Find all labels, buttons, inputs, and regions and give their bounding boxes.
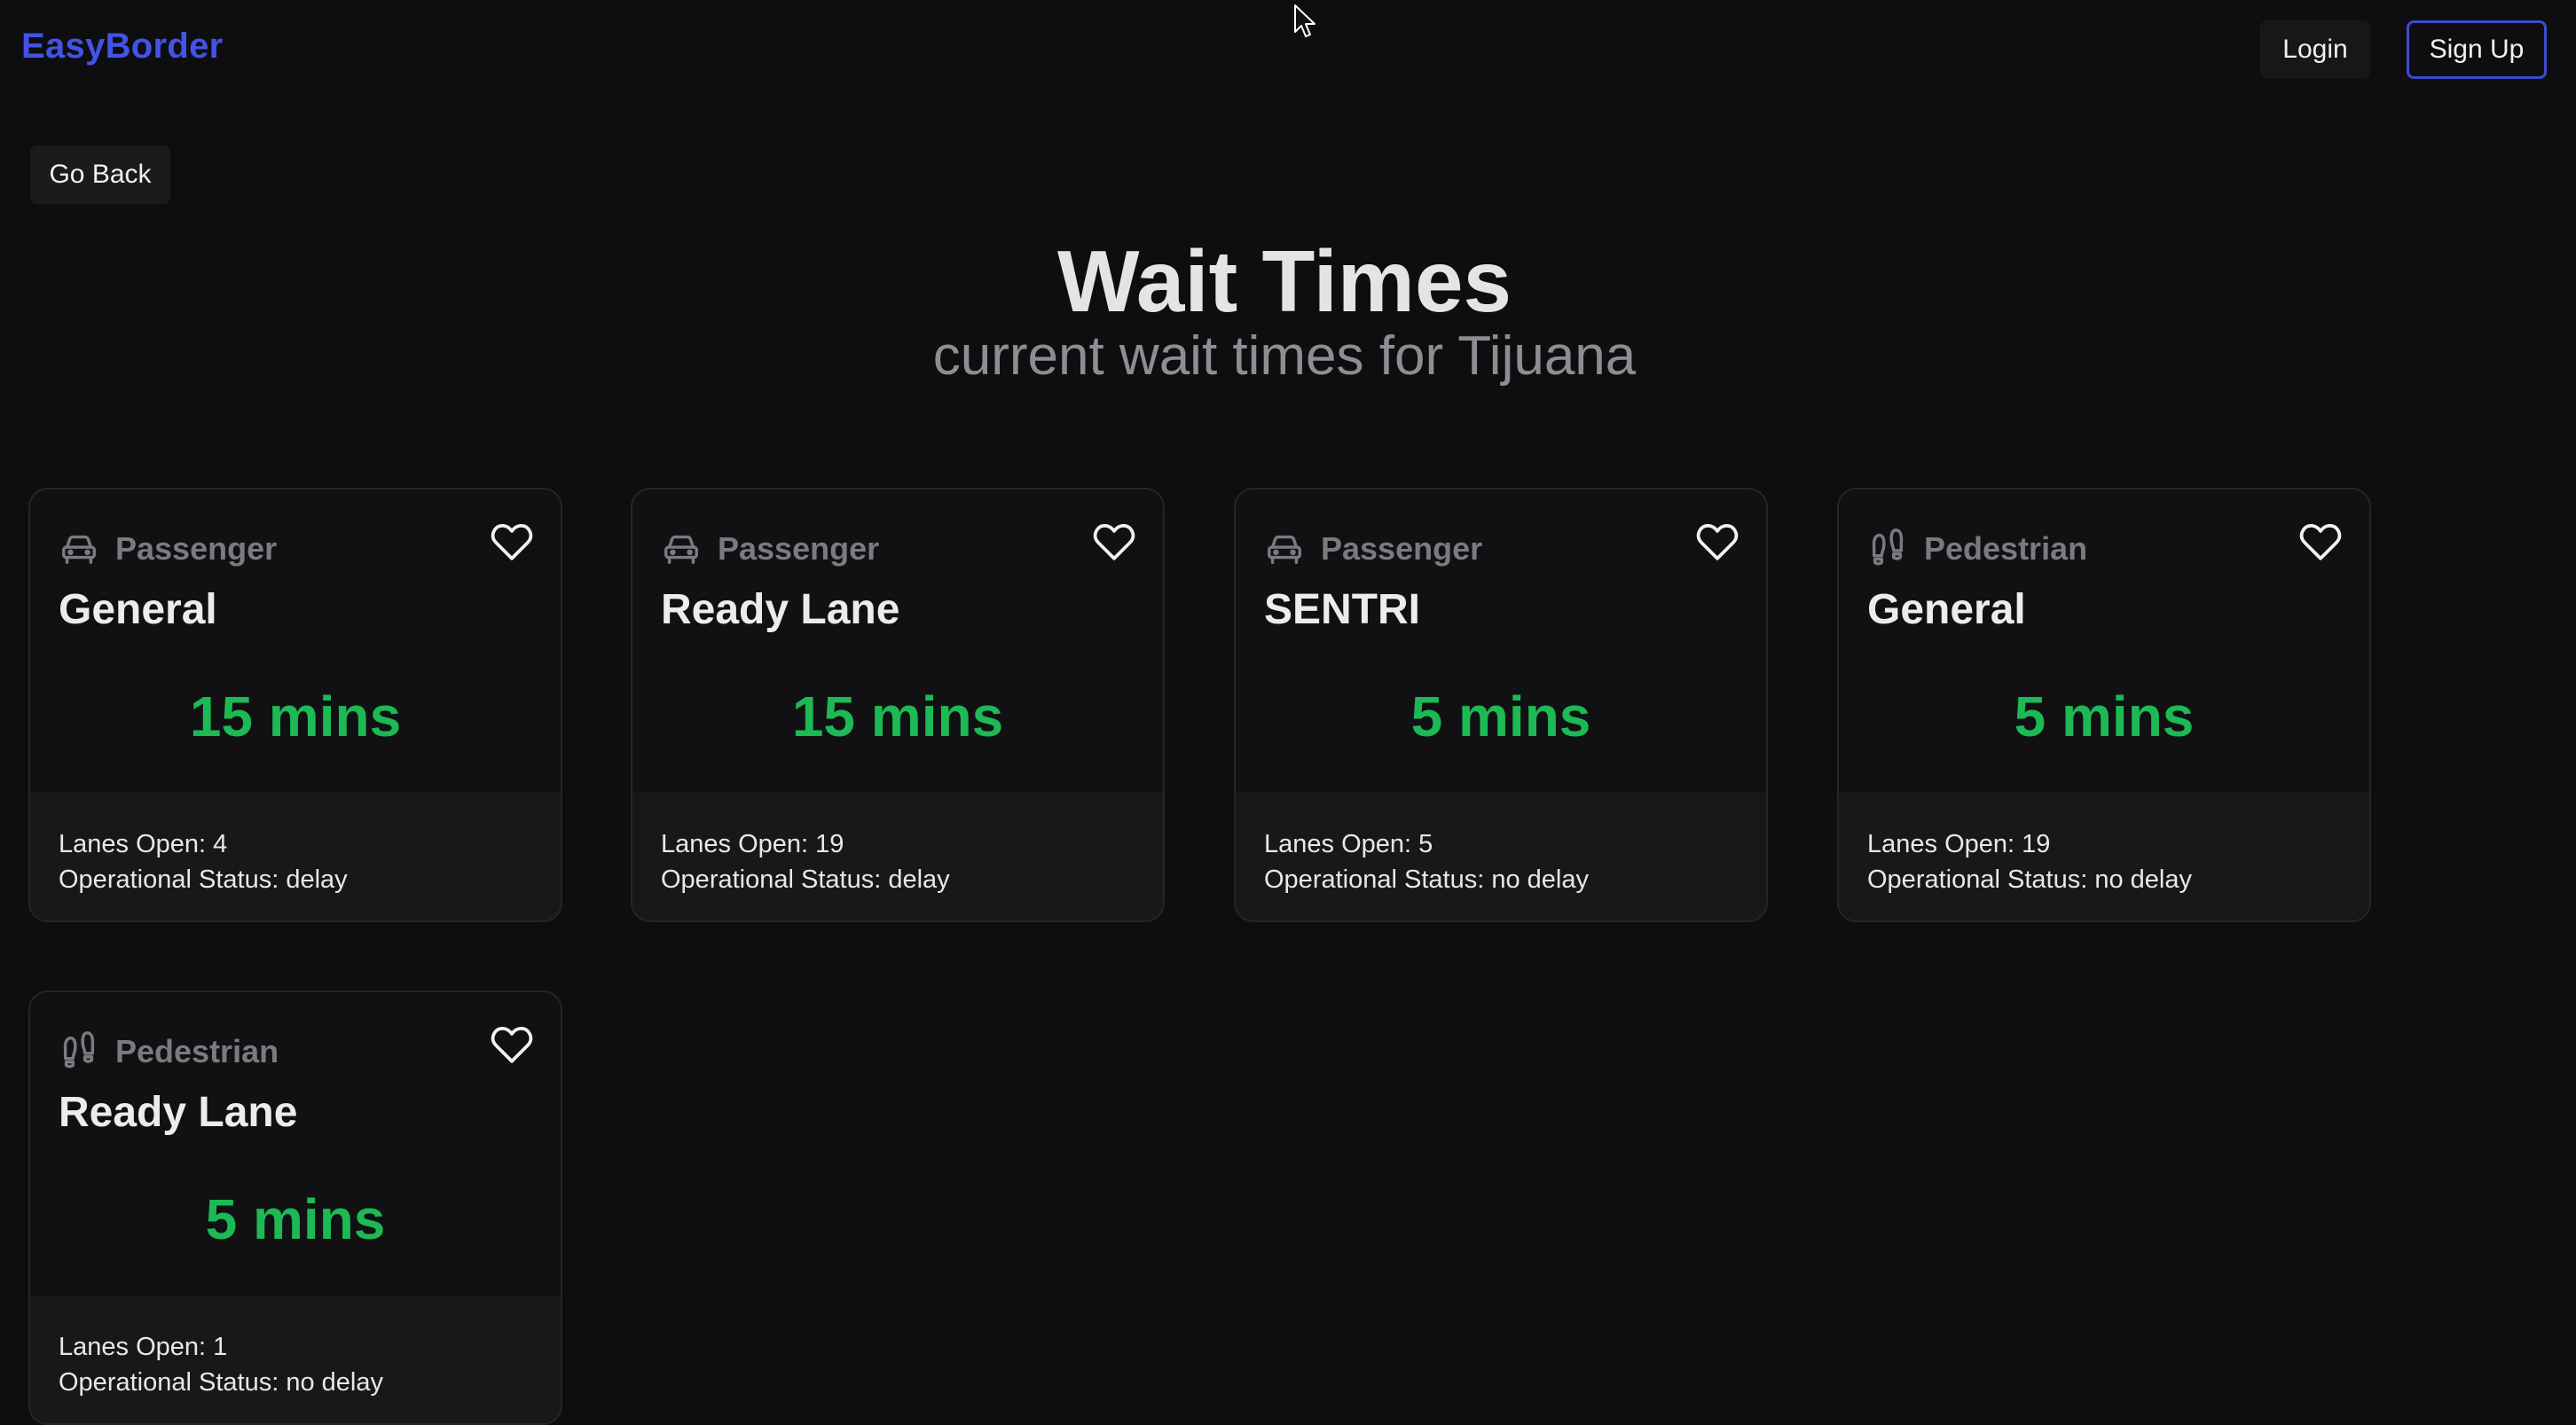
card-lanes-open: Lanes Open: 5 [1264,830,1433,858]
card-operational-status: Operational Status: no delay [1867,865,2192,894]
page-subtitle: current wait times for Tijuana [932,325,1637,387]
wait-time-card: Pedestrian General 5 mins Lanes Open: 19… [1837,488,2371,922]
card-operational-status: Operational Status: no delay [1264,865,1589,894]
card-operational-status: Operational Status: delay [59,865,348,894]
card-lanes-open: Lanes Open: 19 [661,830,844,858]
brand-logo[interactable]: EasyBorder [21,27,224,67]
heart-icon[interactable] [490,521,534,562]
car-icon [664,535,698,565]
heart-icon[interactable] [1695,521,1740,562]
navbar: EasyBorder Login Sign Up [0,0,2576,99]
signup-button[interactable]: Sign Up [2407,20,2547,79]
wait-time-card: Passenger Ready Lane 15 mins Lanes Open:… [631,488,1165,922]
go-back-button[interactable]: Go Back [30,145,170,204]
card-type-label: Pedestrian [115,1033,279,1069]
wait-time-card: Passenger SENTRI 5 mins Lanes Open: 5 Op… [1234,488,1768,922]
card-type-label: Passenger [718,530,880,567]
footprints-icon [63,1031,95,1069]
card-lane-name: Ready Lane [59,1089,298,1136]
heart-icon[interactable] [2298,521,2343,562]
card-wait-time: 5 mins [205,1187,386,1251]
wait-time-card: Passenger General 15 mins Lanes Open: 4 … [28,488,562,922]
car-icon [62,535,96,565]
footprints-icon [1872,529,1904,566]
card-type-label: Passenger [1321,530,1483,567]
card-type-label: Passenger [115,530,278,567]
card-lane-name: General [59,586,217,633]
card-lanes-open: Lanes Open: 19 [1867,830,2051,858]
heart-icon[interactable] [490,1024,534,1065]
car-icon [1268,535,1301,565]
heart-icon[interactable] [1092,521,1136,562]
card-wait-time: 5 mins [2014,685,2195,748]
login-button[interactable]: Login [2260,20,2370,79]
card-type-label: Pedestrian [1924,530,2088,567]
card-wait-time: 15 mins [189,685,402,748]
mouse-cursor-icon [1294,4,1315,37]
card-lane-name: Ready Lane [661,586,900,633]
card-operational-status: Operational Status: no delay [59,1368,383,1397]
card-lanes-open: Lanes Open: 1 [59,1333,228,1361]
card-wait-time: 15 mins [791,685,1004,748]
card-operational-status: Operational Status: delay [661,865,950,894]
card-wait-time: 5 mins [1410,685,1591,748]
card-lane-name: General [1867,586,2026,633]
card-lane-name: SENTRI [1264,586,1421,633]
page-title: Wait Times [1057,232,1512,330]
card-lanes-open: Lanes Open: 4 [59,830,228,858]
wait-time-card: Pedestrian Ready Lane 5 mins Lanes Open:… [28,990,562,1425]
